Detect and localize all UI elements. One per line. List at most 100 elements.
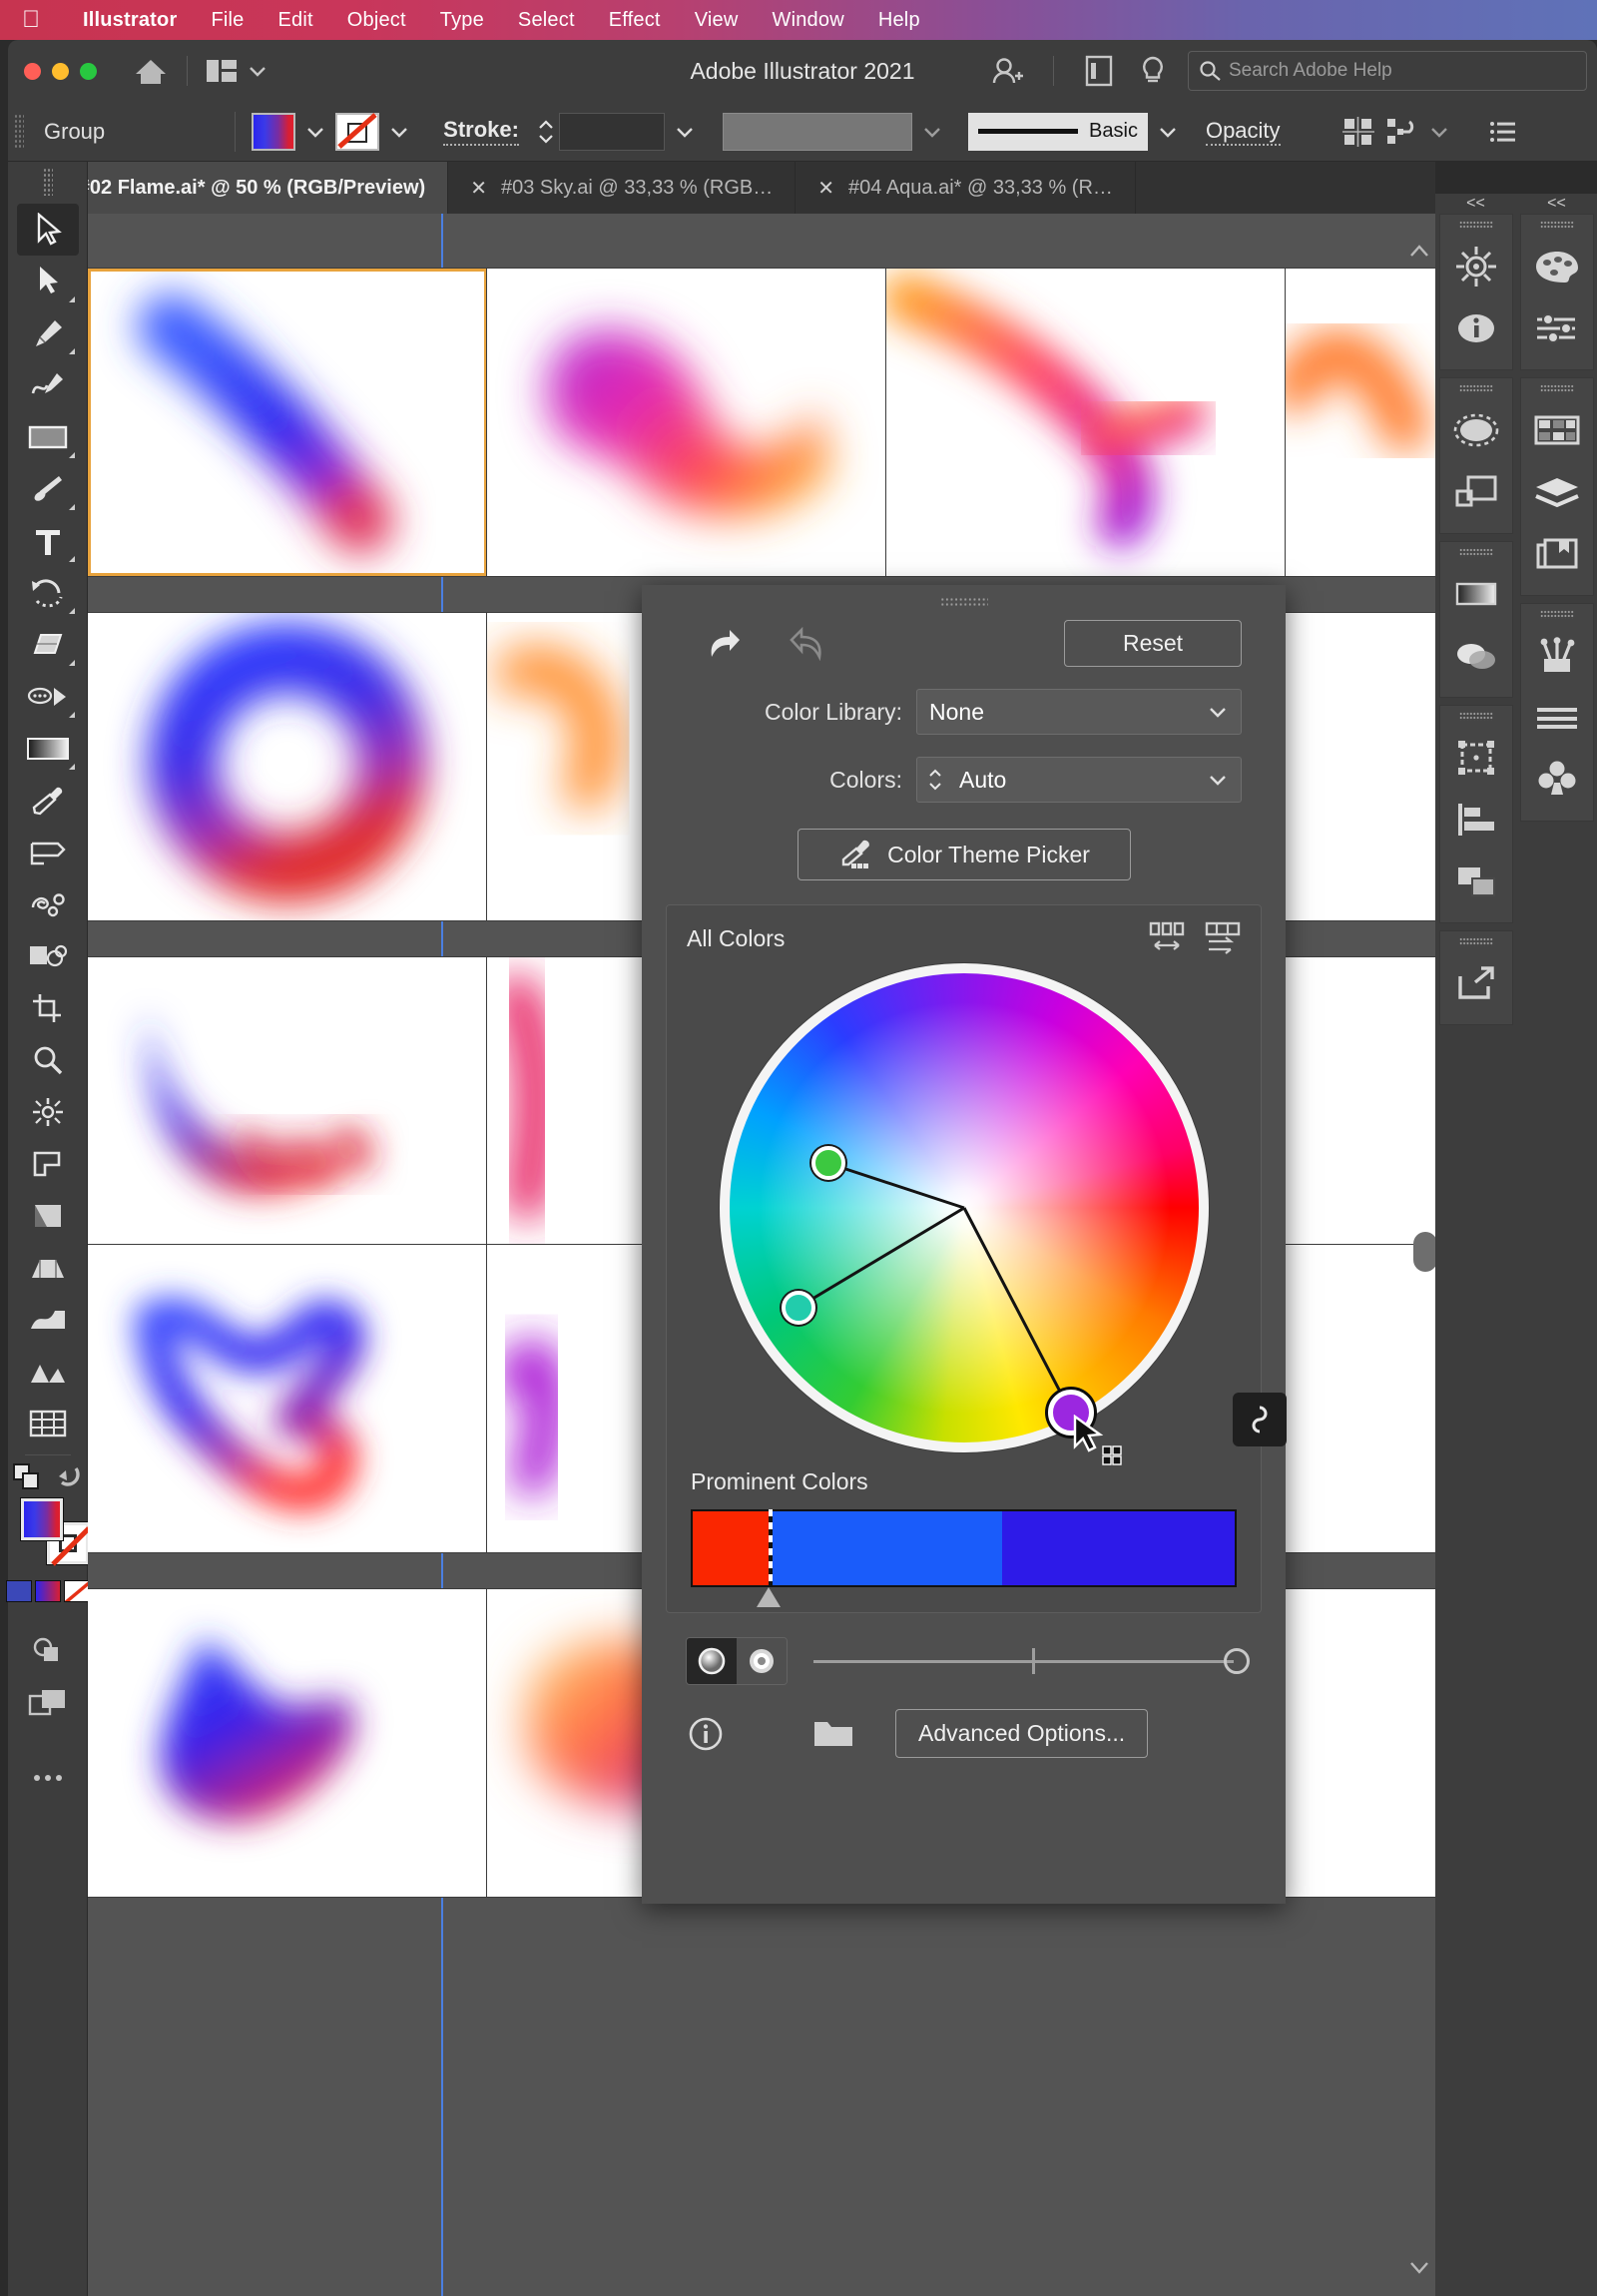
type-tool[interactable] (17, 515, 79, 567)
free-transform-tool[interactable] (17, 1086, 79, 1138)
align-icon[interactable] (1444, 789, 1508, 851)
colors-stepper[interactable] (923, 768, 947, 792)
color-palette-icon[interactable] (1525, 236, 1589, 297)
artboard-flame-2[interactable] (487, 269, 886, 576)
artboard-flame-extra-3[interactable] (1286, 957, 1435, 1265)
pathfinder-icon[interactable] (1444, 851, 1508, 912)
panel-grip[interactable] (1458, 221, 1493, 230)
mesh-tool[interactable] (17, 1294, 79, 1346)
panel-grip[interactable] (1458, 712, 1493, 721)
transform-icon[interactable] (1444, 727, 1508, 789)
prominent-color-2[interactable] (769, 1511, 1002, 1585)
menu-item-edit[interactable]: Edit (261, 9, 329, 32)
prominent-color-3[interactable] (1001, 1511, 1235, 1585)
swatches-icon[interactable] (1525, 399, 1589, 461)
crop-icon[interactable] (17, 982, 79, 1034)
panel-grip[interactable] (1539, 384, 1574, 393)
color-guide-icon[interactable] (1525, 297, 1589, 359)
fill-swatch[interactable] (19, 1497, 64, 1541)
fill-color-swatch[interactable] (252, 112, 296, 151)
info-icon[interactable] (686, 1714, 726, 1754)
eyedropper-tool[interactable] (17, 775, 79, 827)
panel-grip[interactable] (1539, 221, 1574, 230)
asset-export-icon[interactable] (1444, 952, 1508, 1014)
artboard-flame-7[interactable] (88, 957, 487, 1265)
smooth-color-w heel-button[interactable] (687, 1638, 737, 1684)
curvature-tool[interactable] (17, 359, 79, 411)
opacity-label[interactable]: Opacity (1205, 118, 1281, 146)
gradient-icon[interactable] (1444, 563, 1508, 625)
artboard-flame-10[interactable] (88, 1245, 487, 1552)
properties-icon[interactable] (1444, 236, 1508, 297)
blend-tool[interactable] (17, 827, 79, 878)
info-icon[interactable] (1444, 297, 1508, 359)
symbols-icon[interactable] (1525, 749, 1589, 811)
pen-tool[interactable] (17, 307, 79, 359)
menu-item-window[interactable]: Window (756, 9, 861, 32)
prominent-color-handle[interactable] (757, 1587, 782, 1607)
control-bar-grip[interactable] (14, 113, 24, 150)
tab-sky-ai[interactable]: ✕ #03 Sky.ai @ 33,33 % (RGB… (448, 162, 797, 214)
panel-grip[interactable] (1458, 548, 1493, 557)
perspective-grid-tool[interactable] (17, 1242, 79, 1294)
artboard-flame-extra-4[interactable] (1286, 1245, 1435, 1552)
gradient-mode-button[interactable] (34, 1580, 61, 1602)
tools-panel-grip[interactable] (42, 168, 53, 196)
column-graph-tool[interactable] (17, 1346, 79, 1398)
stroke-profile-chevron-down-icon[interactable] (1148, 113, 1188, 151)
distribute-icon[interactable] (1386, 117, 1416, 147)
randomize-color-order-icon[interactable] (1205, 921, 1241, 955)
harmony-node-green[interactable] (810, 1146, 845, 1180)
artboard-flame-4[interactable] (88, 613, 487, 920)
artboard-flame-1[interactable] (88, 269, 487, 576)
panel-grip[interactable] (1539, 610, 1574, 619)
prominent-color-divider[interactable] (769, 1509, 774, 1587)
artboard-flame-13[interactable] (88, 1589, 487, 1897)
symbol-sprayer-tool[interactable] (17, 878, 79, 930)
brightness-slider[interactable] (813, 1638, 1250, 1684)
prominent-colors-bar[interactable] (691, 1509, 1237, 1607)
edit-toolbar-icon[interactable] (17, 1752, 79, 1804)
screen-mode-icon[interactable] (17, 1676, 79, 1728)
collapse-panels-left[interactable]: << (1435, 194, 1516, 214)
layers-icon[interactable] (1525, 461, 1589, 523)
menu-item-illustrator[interactable]: Illustrator (66, 9, 194, 32)
link-harmony-toggle-icon[interactable] (1232, 1393, 1287, 1446)
stroke-icon[interactable] (1525, 687, 1589, 749)
color-mode-button[interactable] (5, 1580, 32, 1602)
arrange-documents-icon[interactable] (206, 58, 267, 84)
stroke-color-swatch[interactable] (335, 112, 380, 151)
libraries-icon[interactable] (1525, 523, 1589, 585)
stroke-weight-chevron-down-icon[interactable] (665, 113, 705, 151)
tab-flame-ai[interactable]: ✕ #02 Flame.ai* @ 50 % (RGB/Preview) (26, 162, 449, 214)
artboard-flame-3[interactable] (886, 269, 1286, 576)
zoom-tool[interactable] (17, 1034, 79, 1086)
segmented-color-wheel-button[interactable] (737, 1638, 787, 1684)
stroke-profile-select[interactable]: Basic (967, 112, 1148, 151)
default-fill-stroke-icon[interactable] (56, 1464, 84, 1490)
brushes-icon[interactable] (1525, 625, 1589, 687)
harmony-node-teal[interactable] (781, 1291, 815, 1325)
artboard-flame-extra-2[interactable] (1286, 613, 1435, 920)
minimize-window-button[interactable] (52, 62, 69, 80)
artboard-flame-extra-5[interactable] (1286, 1589, 1435, 1897)
artboards-icon[interactable] (1444, 461, 1508, 523)
maximize-window-button[interactable] (80, 62, 97, 80)
advanced-options-button[interactable]: Advanced Options... (895, 1709, 1149, 1758)
selection-icon[interactable] (1444, 399, 1508, 461)
panel-menu-icon[interactable] (1488, 119, 1518, 145)
eraser-tool[interactable] (17, 619, 79, 671)
colors-select[interactable]: Auto (916, 757, 1242, 803)
add-person-icon[interactable] (981, 51, 1035, 91)
paintbrush-tool[interactable] (17, 463, 79, 515)
apple-icon[interactable]:  (22, 8, 40, 32)
menu-item-file[interactable]: File (194, 9, 261, 32)
recolor-artwork-dialog[interactable]: Reset Color Library: None Colors: Auto C… (642, 585, 1287, 1904)
document-icon[interactable] (1072, 51, 1126, 91)
align-icon[interactable] (1341, 116, 1374, 147)
brightness-slider-knob[interactable] (1224, 1648, 1250, 1674)
color-theme-picker-button[interactable]: Color Theme Picker (797, 829, 1131, 880)
artboard-flame-extra-1[interactable] (1286, 269, 1435, 576)
panel-expand-handle[interactable] (1413, 1232, 1435, 1272)
stroke-swatch-chevron-down-icon[interactable] (379, 113, 419, 151)
